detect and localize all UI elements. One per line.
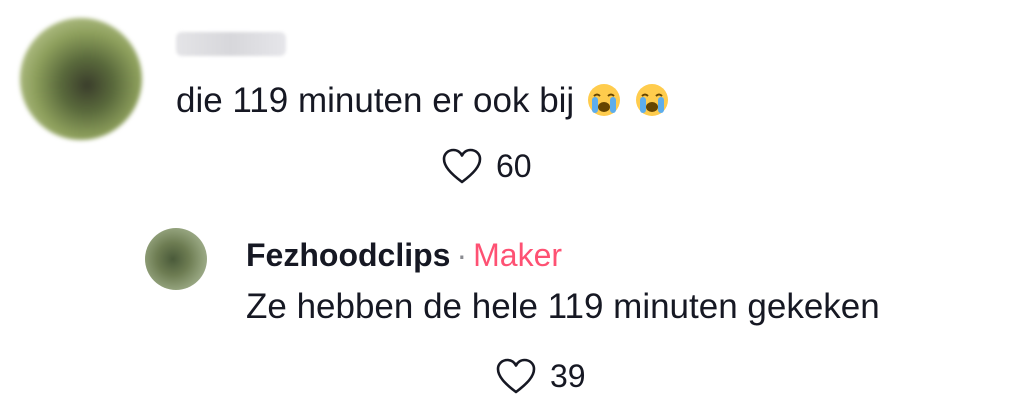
- heart-icon: [496, 358, 536, 394]
- heart-icon: [442, 148, 482, 184]
- crying-face-icon: [587, 84, 620, 116]
- avatar[interactable]: [145, 228, 207, 290]
- crying-face-icon: [635, 84, 668, 116]
- reply-text: Ze hebben de hele 119 minuten gekeken: [246, 287, 880, 326]
- like-button[interactable]: 60: [440, 145, 532, 187]
- separator: ·: [456, 237, 468, 273]
- comment-body: die 119 minuten er ook bij: [176, 81, 575, 120]
- like-count: 39: [550, 358, 586, 394]
- username-blurred[interactable]: [176, 32, 286, 56]
- reply-header: Fezhoodclips · Maker: [246, 235, 562, 275]
- comments-panel: die 119 minuten er ook bij 60 Fezhoodcli…: [0, 0, 1014, 420]
- creator-badge: Maker: [473, 237, 563, 273]
- reply-username[interactable]: Fezhoodclips: [246, 237, 450, 273]
- like-count: 60: [496, 148, 532, 184]
- like-button[interactable]: 39: [494, 355, 586, 397]
- avatar[interactable]: [20, 18, 142, 140]
- comment-text: die 119 minuten er ook bij: [176, 79, 670, 123]
